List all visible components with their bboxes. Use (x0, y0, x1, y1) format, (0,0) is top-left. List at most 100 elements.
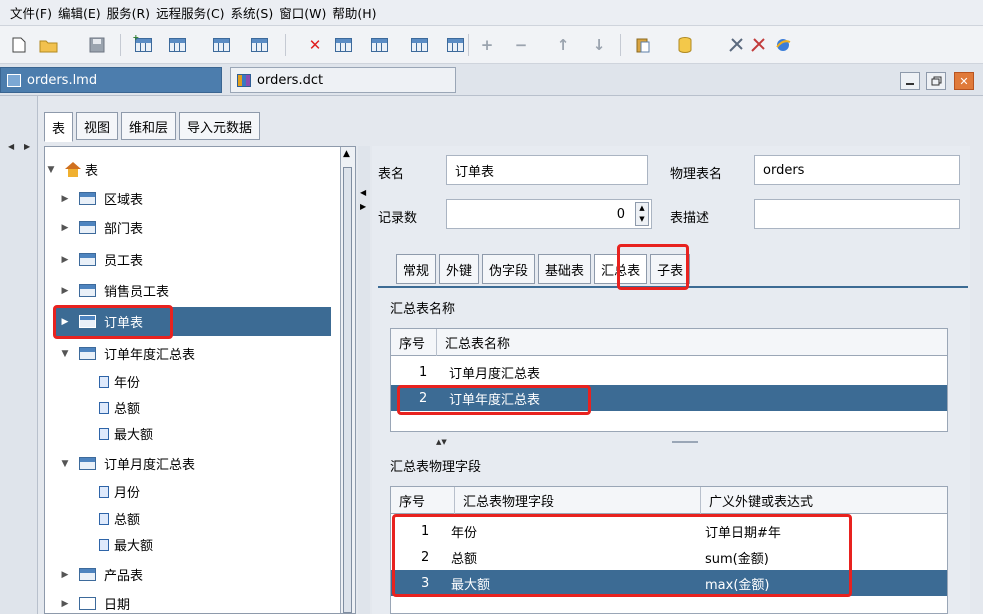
minimize-button[interactable] (900, 72, 920, 90)
insert-row-icon[interactable] (408, 34, 430, 56)
save-icon[interactable] (86, 34, 108, 56)
menu-edit[interactable]: 编辑(E) (58, 3, 101, 22)
column-header-no[interactable]: 序号 (391, 329, 437, 356)
summary-fields-grid: 序号 汇总表物理字段 广义外键或表达式 1 年份 订单日期#年 2 总额 sum… (390, 486, 948, 614)
scroll-thumb[interactable] (343, 167, 352, 613)
toolbar-separator (620, 34, 621, 56)
menu-window[interactable]: 窗口(W) (279, 3, 326, 22)
add-sql-table-icon[interactable] (166, 34, 188, 56)
browser-icon[interactable] (772, 34, 794, 56)
collapse-left-icon[interactable]: ◀ (360, 188, 366, 197)
add-table-icon[interactable]: + (132, 33, 154, 56)
summary-tables-title: 汇总表名称 (390, 302, 456, 317)
tree-item-employee-table[interactable]: ▶ 员工表 (59, 245, 345, 274)
collapse-arrow-icon[interactable]: ▼ (59, 459, 71, 469)
magic-tools-icon[interactable] (748, 34, 770, 56)
database-icon[interactable] (674, 34, 696, 56)
expand-arrow-icon[interactable]: ▶ (59, 317, 71, 327)
column-header-physical-field[interactable]: 汇总表物理字段 (455, 487, 701, 514)
physical-name-field[interactable]: orders (754, 155, 960, 185)
menu-system[interactable]: 系统(S) (231, 3, 274, 22)
import-table-icon[interactable] (368, 34, 390, 56)
collapse-arrow-icon[interactable]: ▼ (59, 349, 71, 359)
description-label: 表描述 (670, 211, 710, 226)
new-file-icon[interactable] (8, 34, 30, 56)
tab-tables[interactable]: 表 (44, 112, 74, 142)
delete-icon[interactable]: ✕ (304, 34, 326, 56)
menu-help[interactable]: 帮助(H) (332, 3, 376, 22)
tree-item-sales-employee-table[interactable]: ▶ 销售员工表 (59, 276, 345, 305)
scroll-up-icon[interactable]: ▲ (343, 149, 350, 159)
tree-item-label: 订单月度汇总表 (104, 458, 196, 473)
open-folder-icon[interactable] (38, 34, 60, 56)
doc-tab-orders-dct[interactable]: orders.dct (230, 67, 456, 93)
model-file-icon (7, 73, 21, 87)
expand-arrow-icon[interactable]: ▶ (59, 255, 71, 265)
tab-dimensions[interactable]: 维和层 (121, 112, 177, 140)
spinner-arrows-icon[interactable]: ▲ ▼ (635, 202, 649, 226)
table-name-field[interactable]: 订单表 (446, 155, 648, 185)
tab-sub-tables[interactable]: 子表 (650, 254, 691, 284)
tab-general[interactable]: 常规 (396, 254, 437, 284)
table-row[interactable]: 1 订单月度汇总表 (391, 359, 947, 385)
table-row[interactable]: 1 年份 订单日期#年 (391, 518, 947, 544)
table-row-selected[interactable]: 3 最大额 max(金额) (391, 570, 947, 596)
expand-arrow-icon[interactable]: ▶ (59, 570, 71, 580)
menu-bar: 文件(F) 编辑(E) 服务(R) 远程服务(C) 系统(S) 窗口(W) 帮助… (0, 0, 983, 26)
horizontal-splitter[interactable]: ▲▼ (386, 434, 956, 446)
collapse-left-icon[interactable]: ◀ (8, 142, 14, 151)
close-button[interactable]: ✕ (954, 72, 974, 90)
expand-arrow-icon[interactable]: ▶ (59, 286, 71, 296)
tree-item-product-table[interactable]: ▶ 产品表 (59, 560, 345, 589)
table-row-selected[interactable]: 2 订单年度汇总表 (391, 385, 947, 411)
tab-pseudo-fields[interactable]: 伪字段 (482, 254, 536, 284)
tab-summary-tables[interactable]: 汇总表 (594, 254, 648, 284)
tree-item-orders-table[interactable]: ▶ 订单表 (54, 307, 331, 336)
expand-arrow-icon[interactable]: ▶ (59, 223, 71, 233)
table-properties-icon[interactable] (248, 34, 270, 56)
doc-tab-orders-lmd[interactable]: orders.lmd (0, 67, 222, 93)
column-header-no[interactable]: 序号 (391, 487, 455, 514)
menu-service[interactable]: 服务(R) (107, 3, 150, 22)
tree-scrollbar[interactable]: ▲ (340, 147, 355, 613)
copy-table-icon[interactable] (332, 34, 354, 56)
expand-right-icon[interactable]: ▶ (24, 142, 30, 151)
svg-text:▲▼: ▲▼ (436, 438, 447, 445)
column-header-expression[interactable]: 广义外键或表达式 (701, 487, 947, 514)
menu-remote-service[interactable]: 远程服务(C) (156, 3, 224, 22)
tree-tab-bar: 表 视图 维和层 导入元数据 (44, 112, 261, 142)
move-up-icon[interactable]: ↑ (552, 34, 574, 56)
tab-base-tables[interactable]: 基础表 (538, 254, 592, 284)
tree-root[interactable]: ▼ 表 (45, 155, 331, 184)
description-field[interactable] (754, 199, 960, 229)
tree-field-label: 最大额 (114, 539, 154, 554)
paste-icon[interactable] (632, 34, 654, 56)
expand-arrow-icon[interactable]: ▶ (59, 599, 71, 609)
append-row-icon[interactable] (444, 34, 466, 56)
record-count-spinner[interactable]: 0 ▲ ▼ (446, 199, 652, 229)
tree-item-orders-yearly-summary[interactable]: ▼ 订单年度汇总表 (59, 339, 345, 368)
column-header-summary-name[interactable]: 汇总表名称 (437, 329, 947, 356)
document-tab-bar: orders.lmd orders.dct ✕ (0, 64, 983, 96)
tree-item-department-table[interactable]: ▶ 部门表 (59, 213, 345, 242)
tree-item-date-table[interactable]: ▶ 日期 (59, 589, 345, 614)
table-row[interactable]: 2 总额 sum(金额) (391, 544, 947, 570)
edit-table-icon[interactable] (210, 34, 232, 56)
add-icon[interactable]: + (476, 34, 498, 56)
remove-icon[interactable]: − (510, 34, 532, 56)
tab-import-metadata[interactable]: 导入元数据 (179, 112, 261, 140)
vertical-splitter[interactable]: ◀ ▶ (358, 146, 370, 614)
cell-no: 3 (421, 575, 430, 591)
tab-views[interactable]: 视图 (76, 112, 119, 140)
tools-icon[interactable] (726, 34, 748, 56)
tree-item-region-table[interactable]: ▶ 区域表 (59, 184, 345, 213)
tree-item-orders-monthly-summary[interactable]: ▼ 订单月度汇总表 (59, 449, 345, 478)
expand-arrow-icon[interactable]: ▶ (59, 194, 71, 204)
move-down-icon[interactable]: ↓ (588, 34, 610, 56)
restore-button[interactable] (926, 72, 946, 90)
menu-file[interactable]: 文件(F) (10, 3, 52, 22)
expand-right-icon[interactable]: ▶ (360, 202, 366, 211)
expand-arrow-icon[interactable]: ▼ (45, 165, 57, 175)
tab-foreign-keys[interactable]: 外键 (439, 254, 480, 284)
cell-summary-name: 订单月度汇总表 (449, 366, 541, 382)
